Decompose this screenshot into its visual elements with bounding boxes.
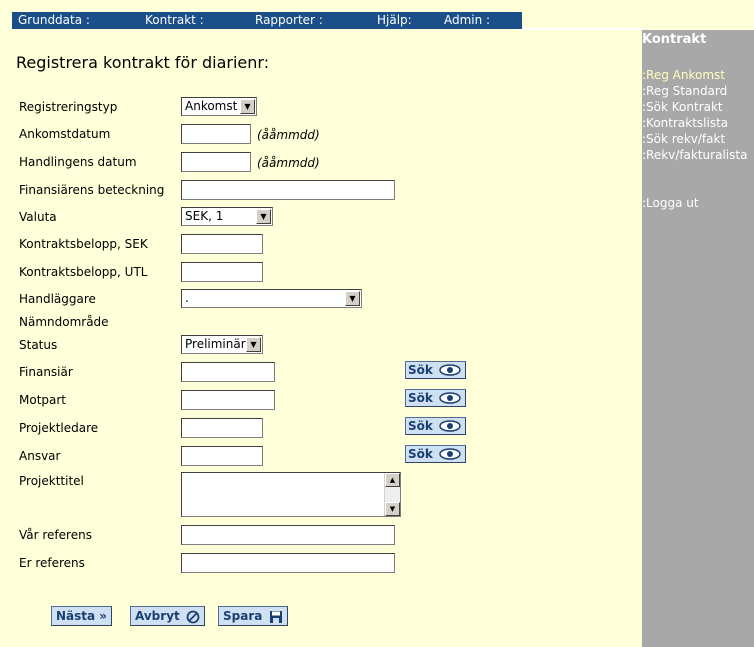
scroll-down-icon[interactable]: ▼ bbox=[385, 502, 400, 516]
projektledare-search-button[interactable]: Sök bbox=[405, 417, 466, 435]
sidebar-item-kontraktslista[interactable]: :Kontraktslista bbox=[642, 116, 728, 130]
top-nav: Grunddata : Kontrakt : Rapporter : Hjälp… bbox=[12, 12, 522, 29]
nav-kontrakt[interactable]: Kontrakt : bbox=[145, 13, 204, 27]
motpart-search-button[interactable]: Sök bbox=[405, 389, 466, 407]
save-button-label: Spara bbox=[223, 609, 263, 623]
next-button-label: Nästa » bbox=[56, 609, 108, 623]
eye-icon bbox=[439, 392, 461, 404]
sidebar-item-rekv-fakturalista[interactable]: :Rekv/fakturalista bbox=[642, 148, 747, 162]
textarea-scrollbar[interactable]: ▲ ▼ bbox=[384, 473, 400, 516]
search-button-label: Sök bbox=[408, 363, 433, 377]
label-registreringstyp: Registreringstyp bbox=[19, 100, 118, 114]
next-button[interactable]: Nästa » bbox=[51, 606, 113, 626]
label-valuta: Valuta bbox=[19, 210, 57, 224]
label-var-referens: Vår referens bbox=[19, 528, 92, 542]
sidebar-item-sok-kontrakt[interactable]: :Sök Kontrakt bbox=[642, 100, 723, 114]
ankomstdatum-input[interactable] bbox=[181, 124, 251, 144]
label-projekttitel: Projekttitel bbox=[19, 474, 84, 488]
page-title: Registrera kontrakt för diarienr: bbox=[16, 53, 270, 72]
label-handlaggare: Handläggare bbox=[19, 292, 96, 306]
sidebar-item-reg-ankomst[interactable]: :Reg Ankomst bbox=[642, 68, 725, 82]
er-referens-input[interactable] bbox=[181, 553, 395, 573]
cancel-button[interactable]: Avbryt bbox=[130, 606, 205, 626]
motpart-input[interactable] bbox=[181, 390, 275, 410]
label-ansvar: Ansvar bbox=[19, 449, 61, 463]
sidebar-item-sok-rekv-fakt[interactable]: :Sök rekv/fakt bbox=[642, 132, 725, 146]
label-finansiarens-beteckning: Finansiärens beteckning bbox=[19, 183, 165, 197]
handlingens-datum-hint: (ååmmdd) bbox=[257, 156, 320, 170]
label-belopp-sek: Kontraktsbelopp, SEK bbox=[19, 237, 148, 251]
ankomstdatum-hint: (ååmmdd) bbox=[257, 128, 320, 142]
chevron-down-icon: ▼ bbox=[240, 99, 255, 114]
projekttitel-textarea[interactable]: ▲ ▼ bbox=[181, 472, 401, 517]
search-button-label: Sök bbox=[408, 391, 433, 405]
ansvar-input[interactable] bbox=[181, 446, 263, 466]
floppy-disk-icon bbox=[269, 610, 282, 623]
save-button[interactable]: Spara bbox=[218, 606, 288, 626]
chevron-down-icon: ▼ bbox=[256, 209, 271, 224]
eye-icon bbox=[439, 364, 461, 376]
handlingens-datum-input[interactable] bbox=[181, 152, 251, 172]
label-status: Status bbox=[19, 338, 58, 352]
status-value: Preliminär bbox=[185, 337, 246, 351]
cancel-icon bbox=[186, 610, 200, 623]
valuta-select[interactable]: SEK, 1 ▼ bbox=[181, 207, 273, 226]
valuta-value: SEK, 1 bbox=[185, 209, 224, 223]
belopp-sek-input[interactable] bbox=[181, 234, 263, 254]
sidebar-item-logga-ut[interactable]: :Logga ut bbox=[642, 196, 699, 210]
finansiarens-beteckning-input[interactable] bbox=[181, 180, 395, 200]
search-button-label: Sök bbox=[408, 447, 433, 461]
label-ankomstdatum: Ankomstdatum bbox=[19, 127, 111, 141]
nav-rapporter[interactable]: Rapporter : bbox=[255, 13, 323, 27]
sidebar-title: Kontrakt bbox=[642, 32, 707, 47]
chevron-down-icon: ▼ bbox=[345, 291, 360, 306]
finansiar-search-button[interactable]: Sök bbox=[405, 361, 466, 379]
label-finansiar: Finansiär bbox=[19, 365, 73, 379]
var-referens-input[interactable] bbox=[181, 525, 395, 545]
header-divider bbox=[522, 28, 642, 30]
label-belopp-utl: Kontraktsbelopp, UTL bbox=[19, 265, 148, 279]
eye-icon bbox=[439, 448, 461, 460]
status-select[interactable]: Preliminär ▼ bbox=[181, 335, 263, 354]
ansvar-search-button[interactable]: Sök bbox=[405, 445, 466, 463]
chevron-down-icon: ▼ bbox=[246, 337, 261, 352]
nav-grunddata[interactable]: Grunddata : bbox=[18, 13, 90, 27]
projektledare-input[interactable] bbox=[181, 418, 263, 438]
nav-admin[interactable]: Admin : bbox=[444, 13, 490, 27]
nav-hjalp[interactable]: Hjälp: bbox=[377, 13, 412, 27]
label-namndomrade: Nämndområde bbox=[19, 315, 109, 329]
label-motpart: Motpart bbox=[19, 393, 67, 407]
handlaggare-value: . bbox=[185, 291, 189, 305]
finansiar-input[interactable] bbox=[181, 362, 275, 382]
label-projektledare: Projektledare bbox=[19, 421, 99, 435]
registreringstyp-value: Ankomst bbox=[185, 99, 238, 113]
label-handlingens-datum: Handlingens datum bbox=[19, 155, 137, 169]
label-er-referens: Er referens bbox=[19, 556, 85, 570]
sidebar-item-reg-standard[interactable]: :Reg Standard bbox=[642, 84, 727, 98]
belopp-utl-input[interactable] bbox=[181, 262, 263, 282]
handlaggare-select[interactable]: . ▼ bbox=[181, 289, 362, 308]
scroll-up-icon[interactable]: ▲ bbox=[385, 473, 400, 487]
search-button-label: Sök bbox=[408, 419, 433, 433]
eye-icon bbox=[439, 420, 461, 432]
registreringstyp-select[interactable]: Ankomst ▼ bbox=[181, 97, 257, 116]
sidebar: Kontrakt :Reg Ankomst :Reg Standard :Sök… bbox=[642, 30, 754, 647]
cancel-button-label: Avbryt bbox=[135, 609, 180, 623]
